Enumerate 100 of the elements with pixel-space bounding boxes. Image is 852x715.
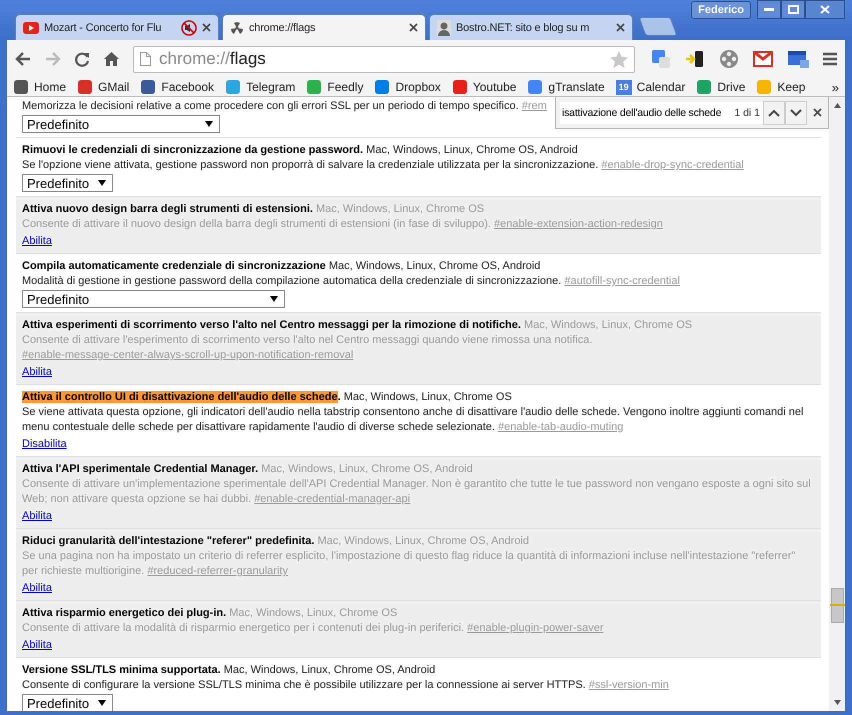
tab-title: Mozart - Concerto for Flu: [44, 22, 162, 34]
minimize-button[interactable]: [757, 0, 781, 19]
bookmark-item[interactable]: Home: [13, 79, 66, 95]
bookmark-icon: [527, 79, 544, 95]
more-bookmarks-button[interactable]: »: [832, 80, 839, 94]
minimize-icon: [764, 8, 774, 12]
experiment-description: Consente di attivare il nuovo design della barra degli strumenti di estensioni (in fase di sviluppo). #enable-extension-action-redesign: [22, 217, 664, 232]
scroll-down-icon[interactable]: [834, 700, 840, 705]
experiment-title: Rimuovi le credenziali di sincronizzazione da gestione password. Mac, Windows, Linux, Chrome OS, Android: [22, 143, 579, 158]
scrollbar-thumb[interactable]: [831, 588, 844, 623]
bookmark-item[interactable]: Youtube: [452, 79, 516, 95]
bookmark-item[interactable]: GMail: [77, 79, 130, 95]
experiment-title: Attiva esperimenti di scorrimento verso l'alto nel Centro messaggi per la rimozione di notifiche. Mac, Windows, Linux, Chrome OS: [22, 318, 694, 333]
dropdown[interactable]: Predefinito: [22, 174, 113, 192]
experiment-description: Se l'opzione viene attivata, gestione password non proporrà di salvare la credenziale utilizzata per la sincronizzazione. #enable-drop-sync-credential: [22, 158, 745, 173]
url-text: chrome://flags: [159, 49, 267, 69]
avatar-icon: [437, 20, 451, 36]
dropdown[interactable]: Predefinito: [22, 290, 285, 308]
radiation-icon: [230, 20, 244, 34]
experiment-description: Se una pagina non ha impostato un criterio di referrer esplicito, l'impostazione di questo flag riduce la quantità di informazioni incluse nell'intestazione "referrer" per richieste multiorigine. #reduced-referrer-granularity: [22, 549, 796, 579]
page-icon: [140, 52, 151, 66]
close-button[interactable]: [805, 0, 845, 19]
experiment-title: Compila automaticamente credenziale di sincronizzazione Mac, Windows, Linux, Chrome OS, Android: [22, 259, 542, 274]
bookmark-item[interactable]: 19 Calendar: [616, 80, 686, 94]
experiment-title: Attiva nuovo design barra degli strumenti di estensioni. Mac, Windows, Linux, Chrome OS: [22, 202, 486, 217]
video-logo-icon: [23, 22, 39, 34]
bookmark-icon: [77, 79, 94, 95]
experiment-description: Modalità di gestione in gestione password della compilazione automatica della credenziale di sincronizzazione. #autofill-sync-credential: [22, 274, 681, 289]
home-icon[interactable]: [104, 52, 119, 66]
bookmark-label: Drive: [717, 80, 746, 94]
back-icon[interactable]: [15, 52, 31, 66]
dropdown[interactable]: Predefinito: [22, 694, 113, 711]
chevron-down-icon: [790, 108, 802, 116]
previous-match-button[interactable]: [763, 100, 785, 124]
bookmark-icon: [140, 79, 156, 95]
bookmark-item[interactable]: Drive: [696, 79, 746, 95]
bookmark-label: Facebook: [161, 80, 214, 94]
experiment-title: Attiva il controllo UI di disattivazione dell'audio delle schede. Mac, Windows, Linux, Chrome OS: [22, 390, 513, 405]
bookmark-label: Home: [34, 80, 66, 94]
toggle-link[interactable]: Abilita: [22, 234, 52, 249]
browser-tab[interactable]: chrome://flags: [222, 14, 426, 40]
muted-speaker-icon[interactable]: [181, 20, 197, 36]
experiment-description: Consente di attivare la modalità di risparmio energetico per i contenuti dei plug-in periferici. #enable-plugin-power-saver: [22, 621, 604, 636]
toggle-link[interactable]: Abilita: [22, 581, 52, 596]
reload-icon[interactable]: [75, 52, 90, 66]
dropdown-arrow-icon: [98, 180, 106, 186]
toggle-link[interactable]: Abilita: [22, 638, 52, 653]
experiment-title: Versione SSL/TLS minima supportata. Mac, Windows, Linux, Chrome OS, Android: [22, 663, 436, 678]
close-icon[interactable]: [616, 23, 625, 32]
star-icon[interactable]: [610, 50, 628, 68]
bookmark-icon: [452, 79, 468, 95]
maximize-button[interactable]: [781, 0, 805, 19]
tab-title: Bostro.NET: sito e blog su m: [456, 22, 590, 34]
close-icon[interactable]: [813, 108, 822, 117]
bookmark-item[interactable]: Feedly: [306, 79, 364, 95]
window-icon[interactable]: [787, 49, 809, 69]
phone-arrow-icon[interactable]: [685, 49, 705, 69]
mail-icon[interactable]: [753, 51, 773, 67]
experiment-title: Riduci granularità dell'intestazione "referer" predefinita. Mac, Windows, Linux, Chrome OS, Android: [22, 534, 530, 549]
bookmark-icon: [374, 79, 390, 95]
bookmark-item[interactable]: gTranslate: [527, 79, 605, 95]
experiment-description: Consente di attivare l'esperimento di scorrimento verso l'alto nel Centro messaggi quando viene rimossa una notifica. #enable-message-center-always-scroll-up-upon-notification-removal: [22, 333, 594, 363]
toggle-link[interactable]: Disabilita: [22, 437, 67, 452]
bookmark-item[interactable]: Facebook: [140, 79, 214, 95]
dropdown-arrow-icon: [270, 296, 278, 302]
toggle-link[interactable]: Abilita: [22, 365, 52, 380]
address-bar[interactable]: chrome://flags: [133, 46, 635, 72]
bookmark-label: Keep: [777, 80, 806, 94]
menu-icon[interactable]: [823, 52, 837, 66]
bookmark-icon: [756, 79, 772, 95]
close-icon: [820, 5, 830, 14]
next-match-button[interactable]: [785, 100, 807, 124]
find-query[interactable]: isattivazione dell'audio delle schede: [560, 102, 732, 124]
experiment-description: Se viene attivata questa opzione, gli indicatori dell'audio nella tabstrip consentono anche di disattivare l'audio delle schede. Vengono inoltre aggiunti comandi nel menu contestuale delle schede per disattivare rapidamente l'audio di diverse schede selezionate. #enable-tab-audio-muting: [22, 405, 804, 435]
bookmark-label: Youtube: [472, 80, 516, 94]
browser-tab[interactable]: Mozart - Concerto for Flu: [15, 14, 219, 40]
film-reel-icon[interactable]: [719, 49, 739, 69]
bookmark-icon: [696, 79, 712, 95]
dropdown-arrow-icon: [98, 700, 106, 706]
chevron-up-icon: [768, 108, 780, 116]
experiment-title: Attiva risparmio energetico dei plug-in. Mac, Windows, Linux, Chrome OS: [22, 606, 398, 621]
browser-tab[interactable]: Bostro.NET: sito e blog su m: [429, 14, 633, 40]
close-icon[interactable]: [409, 23, 418, 32]
bookmark-icon: [306, 79, 322, 95]
bookmark-item[interactable]: Telegram: [225, 79, 296, 95]
dropdown-arrow-icon: [205, 121, 213, 127]
scroll-up-icon[interactable]: [834, 103, 840, 108]
close-icon[interactable]: [202, 23, 211, 32]
maximize-icon: [788, 5, 798, 14]
bookmark-label: Dropbox: [395, 80, 441, 94]
bookmark-item[interactable]: Dropbox: [374, 79, 441, 95]
scrollbar[interactable]: [829, 97, 845, 711]
bookmark-label: GMail: [98, 80, 130, 94]
bookmark-item[interactable]: Keep: [756, 79, 806, 95]
toggle-link[interactable]: Abilita: [22, 509, 52, 524]
match-count: 1 di 1: [731, 102, 763, 124]
bookmark-icon: [225, 79, 242, 95]
bookmark-label: Calendar: [636, 80, 686, 94]
bookmark-label: Feedly: [327, 80, 364, 94]
dropdown[interactable]: Predefinito: [22, 115, 220, 133]
